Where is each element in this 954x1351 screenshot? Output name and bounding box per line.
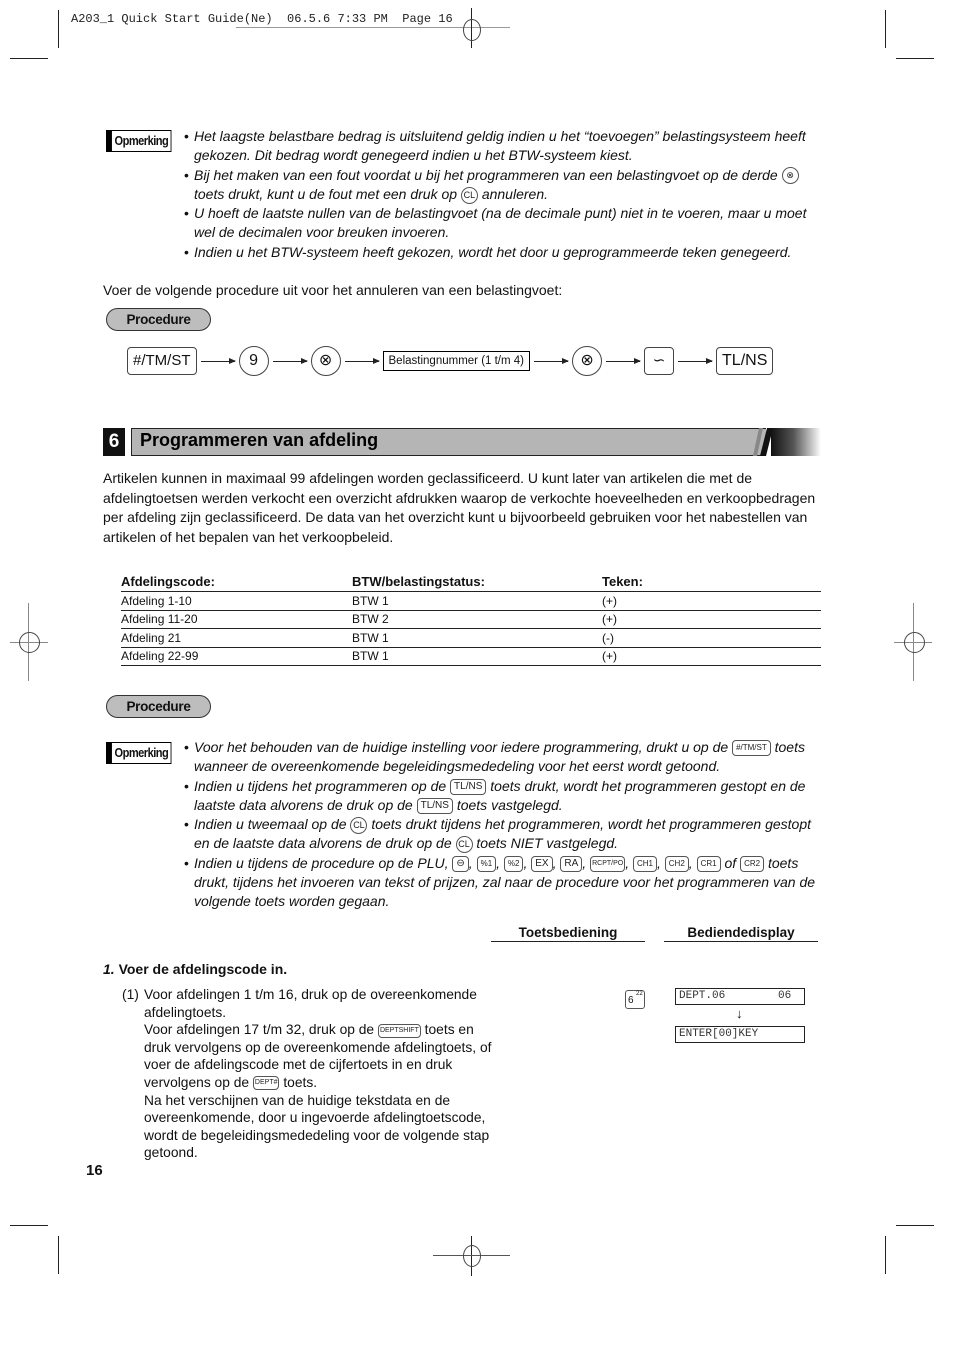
column-header: BTW/belastingstatus: bbox=[352, 572, 602, 592]
crop-mark bbox=[885, 10, 886, 48]
dept-shift-key-icon: DEPTSHIFT bbox=[377, 1023, 421, 1038]
void-key: ∽ bbox=[644, 347, 675, 375]
step-body: Voor afdelingen 1 t/m 16, druk op de ove… bbox=[144, 987, 492, 1161]
table-row: Afdeling 22-99 BTW 1 (+) bbox=[121, 647, 821, 666]
column-header: Afdelingscode: bbox=[121, 572, 352, 592]
note-badge: Opmerking bbox=[106, 130, 183, 152]
step-title: 1. Voer de afdelingscode in. bbox=[103, 961, 288, 977]
multiply-key: ⊗ bbox=[310, 346, 341, 376]
nine-key: 9 bbox=[238, 346, 269, 376]
tm-st-key-icon: #/TM/ST bbox=[732, 740, 771, 757]
print-header: A203_1 Quick Start Guide(Ne) 06.5.6 7:33… bbox=[71, 12, 453, 26]
dept-number-key-icon: DEPT# bbox=[252, 1076, 280, 1091]
keyop-column-header: Toetsbediening bbox=[491, 925, 645, 942]
cr2-key-icon: CR2 bbox=[740, 856, 765, 873]
display-column-header: Bediendedisplay bbox=[664, 925, 818, 942]
section-intro: Artikelen kunnen in maximaal 99 afdeling… bbox=[103, 470, 816, 545]
registration-mark bbox=[463, 1245, 481, 1267]
crop-mark bbox=[10, 58, 48, 59]
note-item: Indien u tijdens het programmeren op de … bbox=[184, 777, 824, 816]
procedure-label: Procedure bbox=[106, 308, 211, 331]
note-item: Voor het behouden van de huidige instell… bbox=[184, 738, 824, 777]
step-sub-number: (1) bbox=[122, 987, 139, 1002]
display-line: DEPT.06 06 bbox=[675, 988, 805, 1005]
table-row: Afdeling 11-20 BTW 2 (+) bbox=[121, 610, 821, 629]
section-title: Programmeren van afdeling bbox=[140, 430, 379, 450]
display-line: ENTER[00]KEY bbox=[675, 1026, 805, 1043]
key-sequence: #/TM/ST 9 ⊗ Belastingnummer (1 t/m 4) ⊗ … bbox=[127, 346, 774, 376]
column-header: Teken: bbox=[602, 572, 821, 592]
arrow-icon bbox=[200, 357, 236, 364]
arrow-icon bbox=[678, 357, 714, 364]
crop-mark bbox=[58, 10, 59, 48]
cl-key-icon: CL bbox=[460, 186, 478, 204]
section-gradient bbox=[771, 428, 821, 456]
percent1-key-icon: %1 bbox=[476, 856, 497, 873]
cl-key-icon: CL bbox=[350, 816, 368, 834]
note-item: Bij het maken van een fout voordat u bij… bbox=[184, 166, 824, 205]
page-number: 16 bbox=[86, 1162, 103, 1179]
multiply-key: ⊗ bbox=[572, 346, 603, 376]
percent2-key-icon: %2 bbox=[503, 856, 524, 873]
note-item: Indien u tweemaal op de CL toets drukt t… bbox=[184, 815, 824, 854]
note-item: Indien u het BTW-systeem heeft gekozen, … bbox=[184, 243, 824, 263]
note-item: Indien u tijdens de procedure op de PLU,… bbox=[184, 854, 824, 912]
crop-mark bbox=[896, 1225, 934, 1226]
ch1-key-icon: CH1 bbox=[632, 856, 657, 873]
registration-mark bbox=[463, 19, 481, 41]
note-list: Voor het behouden van de huidige instell… bbox=[184, 738, 824, 912]
cl-key-icon: CL bbox=[455, 836, 473, 854]
crop-mark bbox=[58, 1236, 59, 1274]
ex-key-icon: EX bbox=[531, 856, 553, 873]
crop-mark bbox=[885, 1236, 886, 1274]
section-header: 6 Programmeren van afdeling bbox=[103, 428, 821, 456]
ch2-key-icon: CH2 bbox=[664, 856, 689, 873]
down-arrow-icon: ↓ bbox=[736, 1006, 743, 1021]
note-item: Het laagste belastbare bedrag is uitslui… bbox=[184, 127, 824, 166]
tl-ns-key-icon: TL/NS bbox=[450, 778, 487, 795]
cancel-intro: Voer de volgende procedure uit voor het … bbox=[103, 282, 563, 298]
registration-mark bbox=[904, 632, 925, 653]
multiply-key-icon: ⊗ bbox=[781, 167, 799, 185]
department-table: Afdelingscode: BTW/belastingstatus: Teke… bbox=[121, 572, 821, 666]
ra-key-icon: RA bbox=[560, 856, 583, 873]
tl-ns-key-icon: TL/NS bbox=[416, 798, 453, 815]
arrow-icon bbox=[272, 357, 308, 364]
cr1-key-icon: CR1 bbox=[696, 856, 721, 873]
crop-mark bbox=[10, 1225, 48, 1226]
arrow-icon bbox=[534, 357, 570, 364]
note-badge: Opmerking bbox=[106, 742, 183, 764]
section-number: 6 bbox=[103, 428, 125, 456]
note-item: U hoeft de laatste nullen van de belasti… bbox=[184, 204, 824, 243]
registration-mark bbox=[19, 632, 40, 653]
rcpt-po-key-icon: RCPT/PO bbox=[590, 856, 626, 873]
note-list: Het laagste belastbare bedrag is uitslui… bbox=[184, 127, 824, 262]
minus-key-icon: ⊖ bbox=[452, 856, 469, 873]
crop-mark bbox=[896, 58, 934, 59]
tm-st-key: #/TM/ST bbox=[127, 347, 197, 375]
dept-6-key-icon: 6 22 bbox=[625, 990, 645, 1009]
table-row: Afdeling 1-10 BTW 1 (+) bbox=[121, 591, 821, 611]
tax-number-box: Belastingnummer (1 t/m 4) bbox=[382, 351, 531, 371]
arrow-icon bbox=[344, 357, 380, 364]
arrow-icon bbox=[606, 357, 642, 364]
tl-ns-key: TL/NS bbox=[716, 347, 774, 375]
table-row: Afdeling 21 BTW 1 (-) bbox=[121, 628, 821, 648]
procedure-label: Procedure bbox=[106, 695, 211, 718]
table-header-row: Afdelingscode: BTW/belastingstatus: Teke… bbox=[121, 572, 821, 592]
